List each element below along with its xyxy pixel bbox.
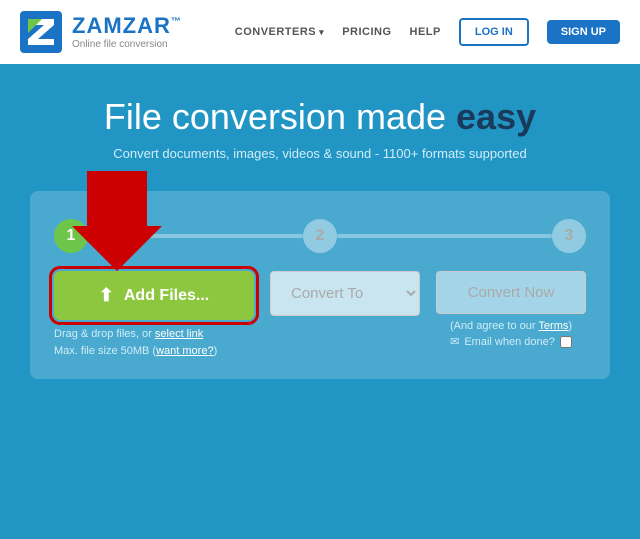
convert-now-box: Convert Now (And agree to our Terms) ✉ E… xyxy=(436,271,586,348)
add-files-button[interactable]: ⬆ Add Files... xyxy=(54,271,254,320)
red-arrow xyxy=(72,171,162,276)
drag-drop-text: Drag & drop files, or select link Max. f… xyxy=(54,326,254,359)
signup-button[interactable]: SIGN UP xyxy=(547,20,620,44)
nav-pricing[interactable]: PRICING xyxy=(342,26,391,38)
convert-to-box: Convert To xyxy=(270,271,420,316)
email-icon: ✉ xyxy=(450,335,459,348)
logo-area: ZAMZAR™ Online file conversion xyxy=(20,11,182,53)
logo-tagline: Online file conversion xyxy=(72,39,182,50)
convert-now-info: (And agree to our Terms) xyxy=(450,320,572,332)
action-row: ⬆ Add Files... Drag & drop files, or sel… xyxy=(54,271,586,359)
step-2-circle: 2 xyxy=(303,219,337,253)
email-checkbox[interactable] xyxy=(560,336,572,348)
converters-dropdown-arrow: ▾ xyxy=(319,27,324,38)
hero-title: File conversion made easy xyxy=(20,96,620,138)
terms-link[interactable]: Terms xyxy=(538,320,568,332)
login-button[interactable]: LOG IN xyxy=(459,18,529,46)
step-line-2 xyxy=(337,234,552,238)
email-row: ✉ Email when done? xyxy=(450,335,572,348)
nav-help[interactable]: HELP xyxy=(410,26,441,38)
select-link[interactable]: select link xyxy=(155,328,203,340)
upload-icon: ⬆ xyxy=(99,285,114,306)
convert-to-select[interactable]: Convert To xyxy=(270,271,420,316)
converter-section: 1 2 3 ⬆ Add Files... Drag & drop files, … xyxy=(0,181,640,399)
want-more-link[interactable]: want more? xyxy=(156,345,213,357)
hero-subtitle: Convert documents, images, videos & soun… xyxy=(20,146,620,161)
logo-name: ZAMZAR™ xyxy=(72,15,182,37)
nav-converters[interactable]: CONVERTERS ▾ xyxy=(235,26,324,38)
nav: CONVERTERS ▾ PRICING HELP LOG IN SIGN UP xyxy=(235,18,620,46)
add-files-box: ⬆ Add Files... Drag & drop files, or sel… xyxy=(54,271,254,359)
logo-text: ZAMZAR™ Online file conversion xyxy=(72,15,182,50)
step-3-circle: 3 xyxy=(552,219,586,253)
zamzar-logo-icon xyxy=(20,11,62,53)
header: ZAMZAR™ Online file conversion CONVERTER… xyxy=(0,0,640,64)
hero-section: File conversion made easy Convert docume… xyxy=(0,64,640,181)
convert-now-button[interactable]: Convert Now xyxy=(436,271,586,314)
